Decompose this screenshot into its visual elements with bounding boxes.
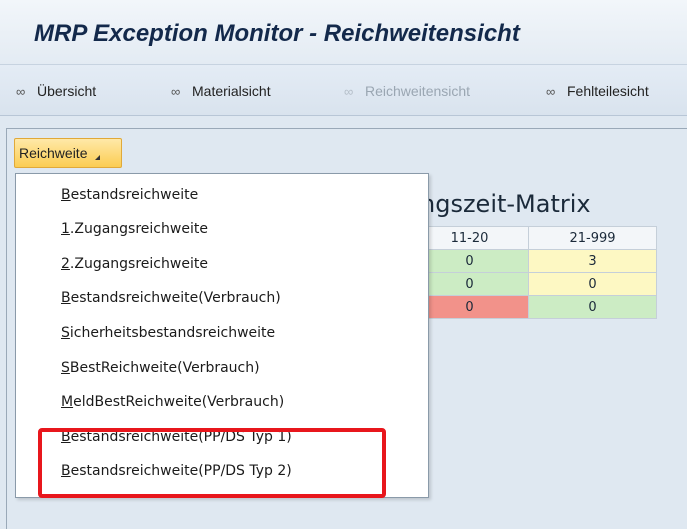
overview-button[interactable]: ∞ Übersicht [16, 81, 96, 101]
menu-item-accelerator: M [61, 394, 74, 410]
menu-item-label: .Zugangsreichweite [69, 221, 208, 237]
material-view-button[interactable]: ∞ Materialsicht [171, 81, 271, 101]
missing-parts-view-button[interactable]: ∞ Fehlteilesicht [546, 81, 649, 101]
overview-button-label: Übersicht [37, 83, 97, 99]
glasses-icon: ∞ [546, 83, 556, 99]
menu-item-label: estandsreichweite(PP/DS Typ 1) [70, 429, 292, 445]
glasses-icon: ∞ [344, 83, 354, 99]
range-dropdown-label: Reichweite [19, 145, 88, 161]
menu-item-bestandsreichweite-ppds-typ-2[interactable]: Bestandsreichweite(PP/DS Typ 2) [61, 460, 292, 482]
menu-item-label: estandsreichweite(PP/DS Typ 2) [70, 463, 292, 479]
menu-item-bestandsreichweite-verbrauch[interactable]: Bestandsreichweite(Verbrauch) [61, 287, 281, 309]
menu-item-accelerator: B [61, 187, 71, 203]
missing-parts-view-button-label: Fehlteilesicht [567, 83, 649, 99]
matrix-table: 11-20 21-999 0 3 0 0 0 0 [410, 226, 657, 319]
menu-item-accelerator: S [61, 325, 70, 341]
menu-item-label: BestReichweite(Verbrauch) [69, 360, 260, 376]
material-view-button-label: Materialsicht [192, 83, 271, 99]
range-view-button[interactable]: ∞ Reichweitensicht [344, 81, 470, 101]
menu-item-accelerator: 2 [61, 256, 70, 272]
menu-item-accelerator: 1 [61, 221, 70, 237]
menu-item-label: icherheitsbestandsreichweite [69, 325, 276, 341]
title-bar: MRP Exception Monitor - Reichweitensicht [0, 0, 687, 64]
menu-item-label: estandsreichweite [70, 187, 199, 203]
menu-item-label: estandsreichweite(Verbrauch) [70, 290, 281, 306]
range-view-button-label: Reichweitensicht [365, 83, 471, 99]
glasses-icon: ∞ [171, 83, 181, 99]
matrix-cell[interactable]: 0 [528, 295, 657, 319]
dropdown-arrow-icon [95, 154, 101, 160]
menu-item-accelerator: S [61, 360, 70, 376]
menu-item-2-zugangsreichweite[interactable]: 2.Zugangsreichweite [61, 253, 208, 275]
matrix-row: 0 0 [410, 272, 657, 296]
application-toolbar: ∞ Übersicht ∞ Materialsicht ∞ Reichweite… [0, 64, 687, 116]
range-dropdown-menu: Bestandsreichweite 1.Zugangsreichweite 2… [15, 173, 429, 498]
window-title: MRP Exception Monitor - Reichweitensicht [34, 20, 520, 47]
matrix-cell[interactable]: 0 [528, 272, 657, 296]
menu-item-accelerator: B [61, 429, 71, 445]
range-dropdown-button[interactable]: Reichweite [14, 138, 122, 168]
matrix-header-cell: 21-999 [528, 226, 657, 250]
matrix-row: 0 3 [410, 249, 657, 273]
glasses-icon: ∞ [16, 83, 26, 99]
menu-item-label: .Zugangsreichweite [69, 256, 208, 272]
menu-item-bestandsreichweite[interactable]: Bestandsreichweite [61, 184, 198, 206]
menu-item-1-zugangsreichweite[interactable]: 1.Zugangsreichweite [61, 218, 208, 240]
menu-item-sbestreichweite-verbrauch[interactable]: SBestReichweite(Verbrauch) [61, 357, 260, 379]
menu-item-sicherheitsbestandsreichweite[interactable]: Sicherheitsbestandsreichweite [61, 322, 275, 344]
menu-item-meldbestreichweite-verbrauch[interactable]: MeldBestReichweite(Verbrauch) [61, 391, 284, 413]
menu-item-label: eldBestReichweite(Verbrauch) [73, 394, 285, 410]
menu-item-accelerator: B [61, 290, 71, 306]
matrix-cell[interactable]: 3 [528, 249, 657, 273]
matrix-header-row: 11-20 21-999 [410, 226, 657, 250]
menu-item-bestandsreichweite-ppds-typ-1[interactable]: Bestandsreichweite(PP/DS Typ 1) [61, 426, 292, 448]
matrix-title: ngszeit-Matrix [420, 190, 591, 218]
matrix-row: 0 0 [410, 295, 657, 319]
menu-item-accelerator: B [61, 463, 71, 479]
